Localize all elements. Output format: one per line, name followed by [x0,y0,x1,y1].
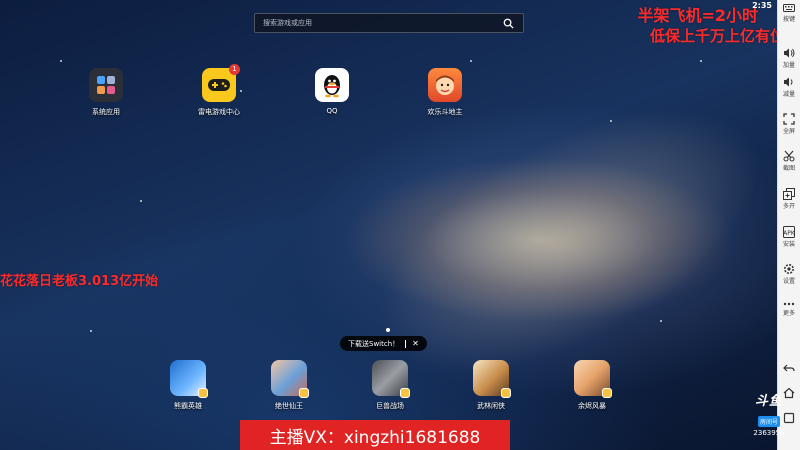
back-icon [778,362,800,374]
gear-icon [778,263,800,275]
status-time: 2:35 [752,1,772,10]
sidebar-item-volume-up[interactable]: 加量 [778,47,800,69]
svg-text:APK: APK [783,230,795,237]
sidebar-item-more[interactable]: 更多 [778,301,800,317]
search-input[interactable] [263,19,502,27]
page-indicator [386,328,390,332]
game-icon [372,360,410,398]
sidebar-item-volume-down[interactable]: 减量 [778,76,800,98]
more-icon [778,301,800,307]
game-icon [271,360,309,398]
keyboard-icon [778,3,800,13]
app-label: 雷电游戏中心 [198,108,240,116]
game-badge-icon [299,388,309,398]
app-label: 武林闲侠 [477,402,505,410]
nav-back-button[interactable] [778,362,800,374]
doudizhu-icon [428,68,462,102]
promo-banner[interactable]: 下载送Switch！ ✕ [340,336,427,351]
dock-app[interactable]: 绝世仙王 [249,360,329,411]
app-label: 绝世仙王 [275,402,303,410]
qq-penguin-icon [315,68,349,102]
multi-instance-icon [778,188,800,200]
system-apps-icon [89,68,123,102]
game-icon [574,360,612,398]
promo-text[interactable]: 下载送Switch！ [348,339,399,349]
douyu-logo: 斗鱼 [754,394,783,409]
sidebar-item-label: 按键 [782,16,795,23]
sidebar-item-install[interactable]: APK 安装 [778,226,800,248]
dock-app[interactable]: 武林闲侠 [451,360,531,411]
fullscreen-icon [778,113,800,125]
dock-app[interactable]: 巨兽战场 [350,360,430,411]
sidebar-item-label: 安装 [782,241,795,248]
app-doudizhu[interactable]: 欢乐斗地主 [405,68,485,117]
overlay-text: 半架飞机=2小时 [637,6,758,25]
sidebar-item-label: 更多 [782,310,795,317]
sidebar-item-keymap[interactable]: 按键 [778,3,800,23]
game-badge-icon [400,388,410,398]
sidebar-item-label: 加量 [782,62,795,69]
sidebar-item-label: 截图 [782,165,795,172]
dock-app[interactable]: 熊霸英雄 [148,360,228,411]
volume-down-icon [778,76,800,88]
game-icon [170,360,208,398]
sidebar-item-settings[interactable]: 设置 [778,263,800,285]
game-badge-icon [602,388,612,398]
room-number: 2363956 [753,429,785,437]
emulator-sidebar: 按键 加量 减量 全屏 截图 多开 APK 安装 设置 更多 [777,0,800,450]
app-system-apps[interactable]: 系统应用 [66,68,146,117]
close-icon[interactable]: ✕ [412,339,419,348]
game-icon [473,360,511,398]
volume-up-icon [778,47,800,59]
dock-app[interactable]: 余烬风暴 [552,360,632,411]
app-qq[interactable]: QQ [292,68,372,115]
search-icon[interactable] [502,17,515,30]
install-apk-icon: APK [778,226,800,238]
streamer-contact-banner: 主播VX：xingzhi1681688 [240,420,510,450]
sidebar-item-fullscreen[interactable]: 全屏 [778,113,800,135]
app-label: 余烬风暴 [578,402,606,410]
sidebar-item-screenshot[interactable]: 截图 [778,150,800,172]
game-center-icon: 1 [202,64,240,102]
app-label: 欢乐斗地主 [427,108,463,116]
sidebar-item-multi-instance[interactable]: 多开 [778,188,800,210]
overlay-text: 花花落日老板3.013亿开始 [0,274,159,289]
app-game-center[interactable]: 1 雷电游戏中心 [179,64,259,117]
app-label: 巨兽战场 [376,402,404,410]
sidebar-item-label: 减量 [782,91,795,98]
app-label: QQ [326,107,338,115]
sidebar-item-label: 设置 [782,278,795,285]
game-badge-icon [501,388,511,398]
app-label: 熊霸英雄 [174,402,202,410]
room-label: 房间号 [757,416,780,427]
douyu-watermark: 斗鱼 房间号 2363956 [745,394,793,438]
sidebar-item-label: 全屏 [782,128,795,135]
divider [405,339,407,348]
search-bar[interactable] [254,13,524,33]
scissors-icon [778,150,800,162]
game-badge-icon [198,388,208,398]
sidebar-item-label: 多开 [782,203,795,210]
app-label: 系统应用 [92,108,120,116]
notification-badge: 1 [229,64,240,75]
